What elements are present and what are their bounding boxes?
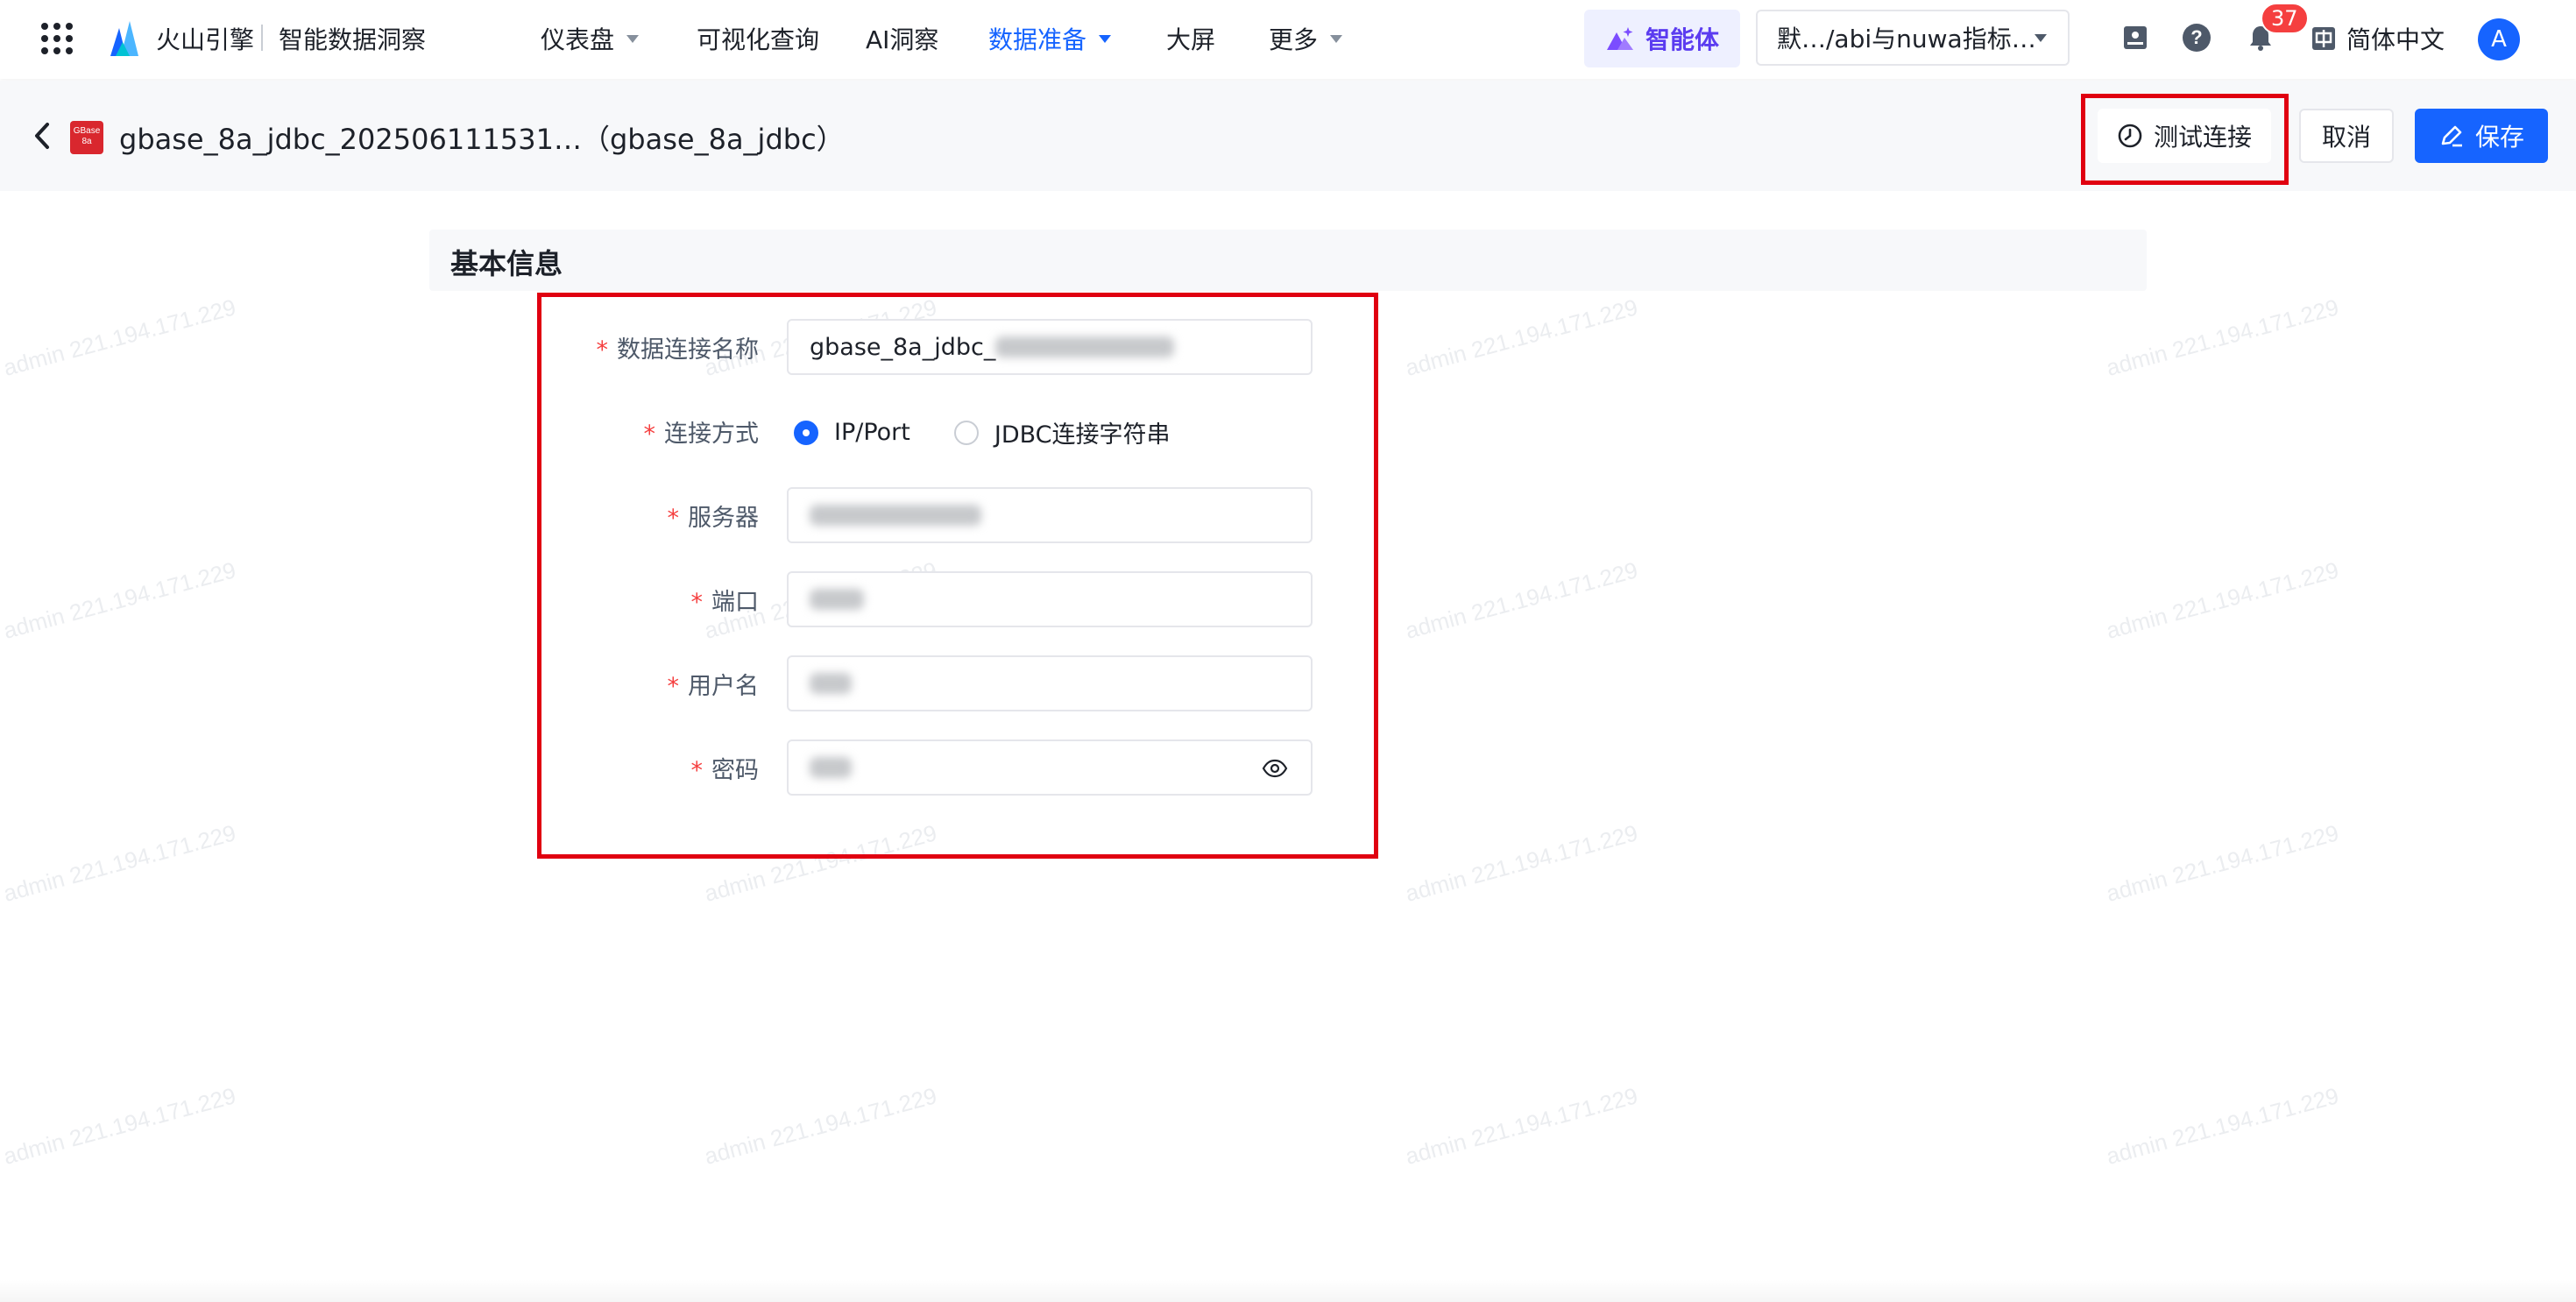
username-label-text: 用户名 [688,673,759,700]
nav-more-label: 更多 [1269,25,1319,54]
radio-jdbc-string[interactable]: JDBC连接字符串 [953,415,1171,449]
language-switch[interactable]: 简体中文 [2311,21,2445,56]
required-asterisk: * [643,421,656,448]
watermark: admin 221.194.171.229 [1402,1082,1641,1170]
required-asterisk: * [690,757,704,784]
connection-name-input[interactable]: gbase_8a_jdbc_ [787,319,1313,375]
help-icon[interactable]: ? [2180,21,2213,54]
server-label-text: 服务器 [688,505,759,532]
agent-mountain-icon [1606,27,1633,50]
datasource-logo-text: GBase 8a [73,126,101,146]
section-title: 基本信息 [450,247,563,280]
workspace-select-value: 默…/abi与nuwa指标… [1777,25,2036,53]
radio-unchecked-icon [953,420,979,445]
password-label-text: 密码 [711,757,759,784]
brand-name[interactable]: 火山引擎 [156,21,254,56]
eye-icon[interactable] [1262,759,1288,778]
watermark: admin 221.194.171.229 [0,1082,239,1170]
nav-ai-insight-label: AI洞察 [866,25,939,54]
svg-text:?: ? [2190,26,2202,48]
nav-data-prep[interactable]: 数据准备 [988,21,1112,56]
agent-button[interactable]: 智能体 [1584,10,1740,67]
required-asterisk: * [690,589,704,616]
nav-big-screen-label: 大屏 [1166,25,1216,54]
language-icon [2312,27,2335,50]
radio-jdbc-string-label: JDBC连接字符串 [994,421,1171,449]
port-label: * 端口 [691,583,760,617]
watermark: admin 221.194.171.229 [2103,819,2342,907]
redacted-text [810,757,852,778]
cancel-button[interactable]: 取消 [2299,109,2394,163]
nav-dashboard-label: 仪表盘 [541,25,615,54]
product-name[interactable]: 智能数据洞察 [279,21,426,56]
chevron-down-icon [2035,34,2047,42]
avatar[interactable]: A [2478,18,2520,60]
nav-big-screen[interactable]: 大屏 [1166,21,1215,56]
top-navigation-bar: 火山引擎 智能数据洞察 仪表盘 可视化查询 AI洞察 数据准备 大屏 更多 智能… [0,0,2576,79]
port-input[interactable] [787,571,1313,627]
section-header [429,230,2147,291]
redacted-text [995,336,1175,357]
app-grid-icon[interactable] [41,23,73,54]
connection-method-label-text: 连接方式 [664,421,759,448]
connection-method-radio-group: IP/Port JDBC连接字符串 [794,415,1214,449]
chevron-down-icon [626,34,640,43]
nav-visual-query[interactable]: 可视化查询 [697,21,819,56]
save-button[interactable]: 保存 [2415,109,2548,163]
edit-pencil-icon [2441,125,2462,147]
server-input[interactable] [787,487,1313,543]
chevron-down-icon [1330,34,1343,43]
port-label-text: 端口 [711,589,759,616]
workspace-select[interactable]: 默…/abi与nuwa指标… [1756,10,2070,66]
redacted-text [810,505,981,526]
watermark: admin 221.194.171.229 [0,556,239,644]
connection-name-value: gbase_8a_jdbc_ [810,333,996,361]
agent-button-label: 智能体 [1645,25,1719,54]
redacted-text [810,589,864,610]
download-center-icon[interactable] [2119,21,2152,54]
connection-name-label: * 数据连接名称 [597,330,760,364]
watermark: admin 221.194.171.229 [0,819,239,907]
connection-method-label: * 连接方式 [644,414,760,449]
watermark: admin 221.194.171.229 [2103,556,2342,644]
required-asterisk: * [667,505,680,532]
nav-dashboard[interactable]: 仪表盘 [541,21,640,56]
nav-data-prep-label: 数据准备 [988,25,1087,54]
gbase-datasource-logo: GBase 8a [70,121,103,154]
watermark: admin 221.194.171.229 [2103,1082,2342,1170]
watermark: admin 221.194.171.229 [1402,294,1641,381]
volcengine-logo-icon [110,21,138,56]
required-asterisk: * [596,336,609,364]
highlight-box-test-button [2081,94,2289,185]
radio-ip-port-label: IP/Port [834,419,910,446]
radio-ip-port[interactable]: IP/Port [794,419,910,446]
radio-checked-icon [794,420,818,445]
password-input[interactable] [787,739,1313,796]
nav-ai-insight[interactable]: AI洞察 [866,21,938,56]
username-input[interactable] [787,655,1313,711]
watermark: admin 221.194.171.229 [1402,556,1641,644]
notification-badge: 37 [2261,3,2309,34]
watermark: admin 221.194.171.229 [1402,819,1641,907]
page: admin 221.194.171.229 admin 221.194.171.… [0,0,2576,1302]
connection-title: gbase_8a_jdbc_202506111531…（gbase_8a_jdb… [119,123,845,156]
save-label: 保存 [2474,123,2524,152]
password-label: * 密码 [691,751,760,785]
bottom-shadow [0,1279,2576,1302]
brand-divider [261,25,263,51]
nav-visual-query-label: 可视化查询 [697,25,820,54]
connection-name-label-text: 数据连接名称 [617,336,759,364]
watermark: admin 221.194.171.229 [0,294,239,381]
watermark: admin 221.194.171.229 [2103,294,2342,381]
server-label: * 服务器 [668,499,760,533]
required-asterisk: * [667,673,680,700]
nav-more[interactable]: 更多 [1269,21,1343,56]
cancel-label: 取消 [2321,123,2371,152]
language-label: 简体中文 [2346,25,2445,54]
redacted-text [810,673,852,694]
username-label: * 用户名 [668,667,760,701]
chevron-down-icon [1099,34,1112,43]
back-arrow-icon[interactable] [32,121,53,151]
watermark: admin 221.194.171.229 [701,1082,940,1170]
